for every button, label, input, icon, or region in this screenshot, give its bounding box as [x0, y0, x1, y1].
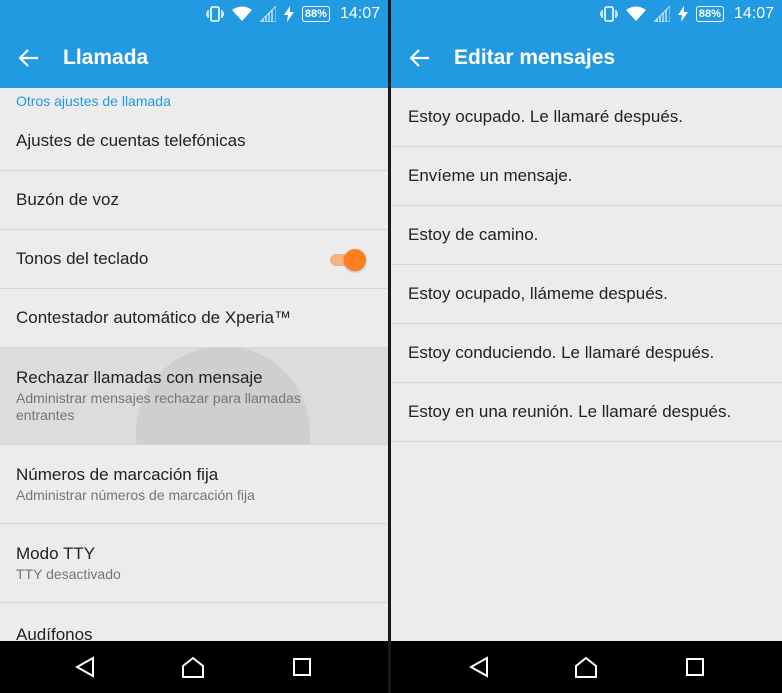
list-item-tty-mode[interactable]: Modo TTY TTY desactivado: [0, 524, 388, 603]
back-button[interactable]: [0, 28, 58, 88]
battery-indicator: 88%: [695, 6, 724, 22]
clock: 14:07: [339, 5, 380, 22]
item-title: Audífonos: [16, 625, 93, 641]
nav-recent-button[interactable]: [683, 655, 707, 679]
charging-icon: [677, 6, 688, 22]
list-item-hearing-aids[interactable]: Audífonos: [0, 603, 388, 641]
signal-icon: [259, 6, 276, 22]
item-title: Números de marcación fija: [16, 464, 219, 484]
list-item-fixed-dialing[interactable]: Números de marcación fija Administrar nú…: [0, 445, 388, 524]
nav-home-button[interactable]: [181, 655, 205, 679]
nav-home-button[interactable]: [574, 655, 598, 679]
home-icon: [575, 656, 597, 678]
arrow-left-icon: [19, 49, 38, 67]
status-bar: 88% 14:07: [0, 0, 388, 28]
toolbar: Editar mensajes: [391, 28, 782, 88]
navigation-bar: [391, 641, 782, 693]
arrow-left-icon: [410, 49, 429, 67]
message-item[interactable]: Estoy conduciendo. Le llamaré después.: [391, 324, 782, 383]
wifi-icon: [625, 6, 646, 22]
status-bar: 88% 14:07: [391, 0, 782, 28]
app-bar: 88% 14:07 Editar mensajes: [391, 0, 782, 88]
item-title: Ajustes de cuentas telefónicas: [16, 131, 246, 150]
back-button[interactable]: [391, 28, 449, 88]
square-recent-icon: [293, 658, 311, 676]
vibrate-icon: [205, 6, 224, 22]
battery-indicator: 88%: [301, 6, 330, 22]
app-bar: 88% 14:07 Llamada: [0, 0, 388, 88]
charging-icon: [283, 6, 294, 22]
item-title: Rechazar llamadas con mensaje: [16, 368, 263, 387]
item-subtitle: TTY desactivado: [16, 565, 121, 582]
nav-back-button[interactable]: [73, 655, 97, 679]
item-title: Contestador automático de Xperia™: [16, 308, 291, 327]
item-title: Modo TTY: [16, 543, 96, 563]
toggle-thumb: [344, 249, 366, 271]
dialpad-tones-toggle[interactable]: [328, 249, 366, 271]
item-subtitle: Administrar números de marcación fija: [16, 486, 255, 503]
page-title: Editar mensajes: [454, 46, 616, 69]
page-title: Llamada: [63, 46, 149, 69]
wifi-icon: [231, 6, 252, 22]
list-item-phone-accounts[interactable]: Ajustes de cuentas telefónicas: [0, 112, 388, 171]
nav-recent-button[interactable]: [290, 655, 314, 679]
vibrate-icon: [599, 6, 618, 22]
home-icon: [182, 656, 204, 678]
clock: 14:07: [733, 5, 774, 22]
list-item-reject-with-message[interactable]: Rechazar llamadas con mensaje Administra…: [0, 348, 388, 445]
list-item-xperia-answering[interactable]: Contestador automático de Xperia™: [0, 289, 388, 348]
signal-icon: [653, 6, 670, 22]
call-settings-screen: 88% 14:07 Llamada Otros ajustes de llama…: [0, 0, 388, 693]
item-subtitle: Administrar mensajes rechazar para llama…: [16, 390, 301, 423]
nav-back-button[interactable]: [467, 655, 491, 679]
message-item[interactable]: Envíeme un mensaje.: [391, 147, 782, 206]
edit-messages-screen: 88% 14:07 Editar mensajes Estoy ocupado.…: [391, 0, 782, 693]
message-item[interactable]: Estoy ocupado, llámeme después.: [391, 265, 782, 324]
message-item[interactable]: Estoy de camino.: [391, 206, 782, 265]
list-item-voicemail[interactable]: Buzón de voz: [0, 171, 388, 230]
square-recent-icon: [686, 658, 704, 676]
navigation-bar: [0, 641, 388, 693]
message-item[interactable]: Estoy en una reunión. Le llamaré después…: [391, 383, 782, 442]
messages-list: Estoy ocupado. Le llamaré después. Envíe…: [391, 88, 782, 641]
list-item-dialpad-tones[interactable]: Tonos del teclado: [0, 230, 388, 289]
section-header: Otros ajustes de llamada: [16, 93, 171, 109]
message-item[interactable]: Estoy ocupado. Le llamaré después.: [391, 88, 782, 147]
toolbar: Llamada: [0, 28, 388, 88]
triangle-back-icon: [469, 656, 488, 678]
item-title: Buzón de voz: [16, 190, 120, 209]
triangle-back-icon: [75, 656, 94, 678]
settings-list: Otros ajustes de llamada Ajustes de cuen…: [0, 88, 388, 641]
